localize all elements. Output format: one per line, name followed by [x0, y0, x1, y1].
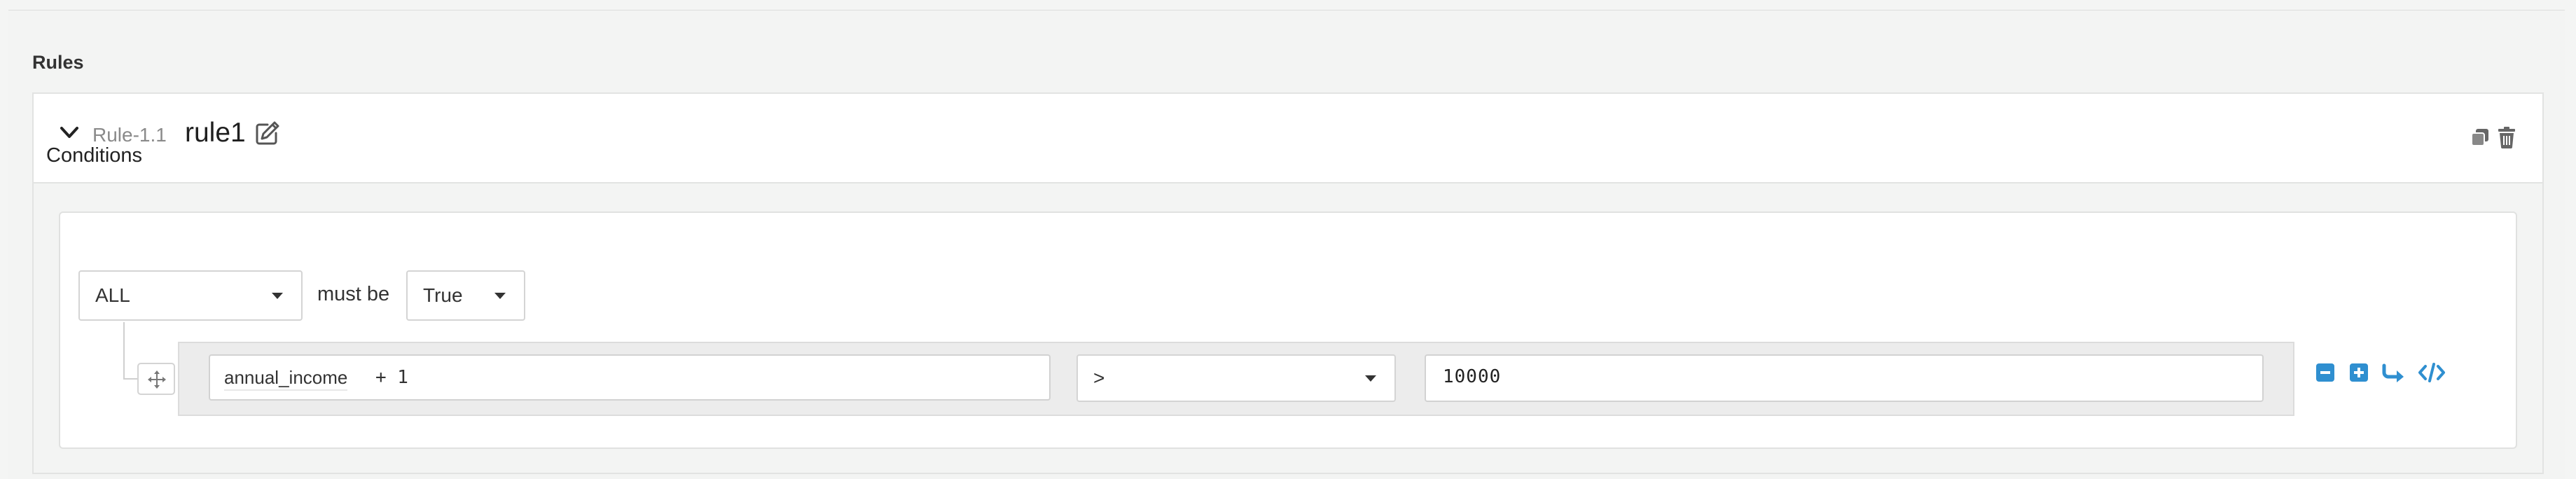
rule-header[interactable]: Rule-1.1 rule1 — [34, 94, 2542, 183]
section-title: Rules — [32, 52, 84, 73]
expression-input[interactable]: annual_income + 1 — [209, 354, 1051, 401]
caret-down-icon — [1365, 375, 1376, 382]
operator-value: > — [1093, 367, 1105, 389]
value-text: 10000 — [1443, 366, 1502, 387]
chevron-down-icon[interactable] — [59, 122, 80, 143]
expression-suffix: + 1 — [375, 367, 408, 388]
must-be-label: must be — [317, 283, 390, 305]
move-icon — [148, 370, 166, 389]
rule-id: Rule-1.1 — [92, 124, 167, 146]
operator-select[interactable]: > — [1076, 354, 1396, 402]
plus-square-icon[interactable] — [2349, 363, 2369, 382]
minus-square-icon[interactable] — [2315, 363, 2335, 382]
share-arrow-icon[interactable] — [2381, 363, 2405, 382]
copy-icon[interactable] — [2470, 127, 2491, 148]
quantifier-select[interactable]: ALL — [78, 270, 303, 321]
quantifier-value: ALL — [95, 284, 130, 306]
drag-handle[interactable] — [137, 363, 175, 395]
caret-down-icon — [272, 293, 283, 299]
trash-icon[interactable] — [2496, 126, 2517, 148]
code-icon[interactable] — [2418, 361, 2446, 384]
tree-connector — [123, 322, 125, 380]
conditions-title: Conditions — [46, 144, 143, 167]
rule-name: rule1 — [185, 118, 246, 148]
caret-down-icon — [494, 293, 506, 299]
truth-value: True — [423, 284, 463, 306]
field-token[interactable]: annual_income — [224, 366, 348, 391]
edit-icon[interactable] — [254, 119, 282, 147]
value-input[interactable]: 10000 — [1425, 354, 2264, 402]
truth-value-select[interactable]: True — [406, 270, 525, 321]
